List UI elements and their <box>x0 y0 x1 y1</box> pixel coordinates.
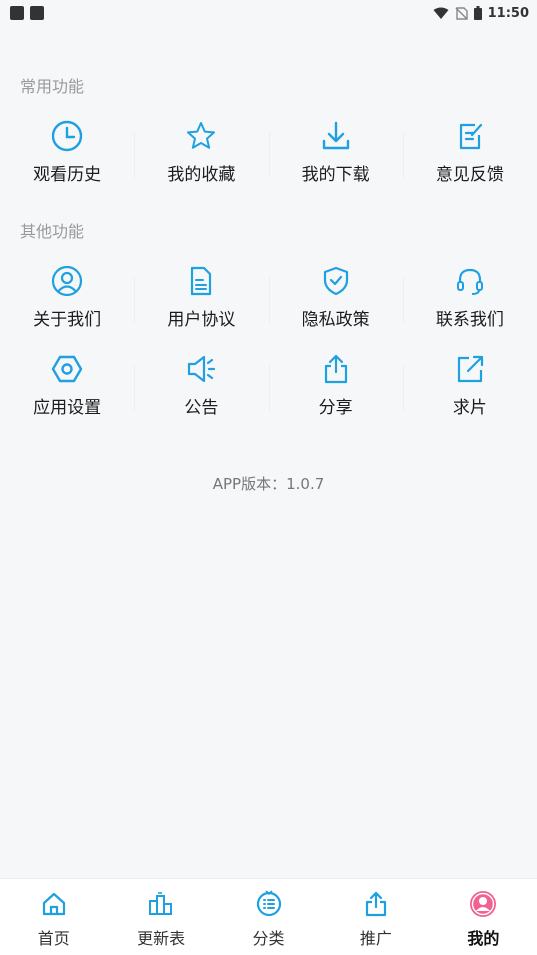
hexagon-settings-icon <box>49 351 85 387</box>
watch-history-button[interactable]: 观看历史 <box>0 118 134 194</box>
profile-icon <box>468 889 498 919</box>
other-functions-row-2: 应用设置 公告 分享 求片 <box>0 351 537 427</box>
status-time: 11:50 <box>487 5 529 21</box>
nav-home-label: 首页 <box>37 929 70 948</box>
about-us-label: 关于我们 <box>33 310 102 330</box>
nav-promote-label: 推广 <box>359 929 392 948</box>
category-icon <box>254 889 284 919</box>
wifi-icon <box>433 7 449 19</box>
notification-icon <box>10 6 24 20</box>
shield-check-icon <box>318 263 354 299</box>
contact-us-button[interactable]: 联系我们 <box>402 263 537 339</box>
nav-schedule-label: 更新表 <box>137 929 186 948</box>
user-agreement-label: 用户协议 <box>167 310 236 330</box>
status-indicators: 11:50 <box>433 6 529 21</box>
megaphone-icon <box>183 351 219 387</box>
favorites-button[interactable]: 我的收藏 <box>134 118 268 194</box>
app-settings-button[interactable]: 应用设置 <box>0 351 134 427</box>
clock-icon <box>49 118 85 154</box>
battery-icon <box>473 6 482 20</box>
notification-icons <box>10 6 44 20</box>
nav-home[interactable]: 首页 <box>0 879 107 955</box>
request-movie-button[interactable]: 求片 <box>402 351 537 427</box>
bottom-nav: 首页 更新表 分类 推广 我的 <box>0 878 537 955</box>
request-movie-label: 求片 <box>452 398 487 418</box>
status-bar: 11:50 <box>0 0 537 26</box>
home-icon <box>39 889 69 919</box>
contact-us-label: 联系我们 <box>435 310 504 330</box>
nav-profile[interactable]: 我的 <box>430 879 537 955</box>
app-settings-label: 应用设置 <box>33 398 102 418</box>
favorites-label: 我的收藏 <box>167 165 236 185</box>
share-button[interactable]: 分享 <box>268 351 403 427</box>
user-agreement-button[interactable]: 用户协议 <box>134 263 268 339</box>
promote-share-icon <box>361 889 391 919</box>
about-us-button[interactable]: 关于我们 <box>0 263 134 339</box>
nav-profile-label: 我的 <box>467 929 500 948</box>
other-functions-row-1: 关于我们 用户协议 隐私政策 联系我们 <box>0 263 537 339</box>
headset-icon <box>452 263 488 299</box>
app-version: APP版本：1.0.7 <box>212 475 325 493</box>
feedback-label: 意见反馈 <box>435 165 504 185</box>
notification-icon <box>30 6 44 20</box>
star-icon <box>183 118 219 154</box>
nav-category-label: 分类 <box>252 929 285 948</box>
nav-category[interactable]: 分类 <box>215 879 322 955</box>
downloads-button[interactable]: 我的下载 <box>268 118 403 194</box>
feedback-button[interactable]: 意见反馈 <box>402 118 537 194</box>
section-title-other: 其他功能 <box>20 222 85 241</box>
document-icon <box>183 263 219 299</box>
no-sim-icon <box>455 6 468 20</box>
common-functions-row: 观看历史 我的收藏 我的下载 意见反馈 <box>0 118 537 194</box>
nav-promote[interactable]: 推广 <box>322 879 429 955</box>
nav-schedule[interactable]: 更新表 <box>107 879 214 955</box>
privacy-policy-label: 隐私政策 <box>301 310 370 330</box>
downloads-label: 我的下载 <box>301 165 370 185</box>
download-icon <box>318 118 354 154</box>
watch-history-label: 观看历史 <box>33 165 102 185</box>
privacy-policy-button[interactable]: 隐私政策 <box>268 263 403 339</box>
schedule-icon <box>146 889 176 919</box>
feedback-icon <box>452 118 488 154</box>
external-link-icon <box>452 351 488 387</box>
announcement-button[interactable]: 公告 <box>134 351 268 427</box>
announcement-label: 公告 <box>184 398 219 418</box>
user-circle-icon <box>49 263 85 299</box>
share-label: 分享 <box>318 398 353 418</box>
share-icon <box>318 351 354 387</box>
section-title-common: 常用功能 <box>20 77 85 96</box>
